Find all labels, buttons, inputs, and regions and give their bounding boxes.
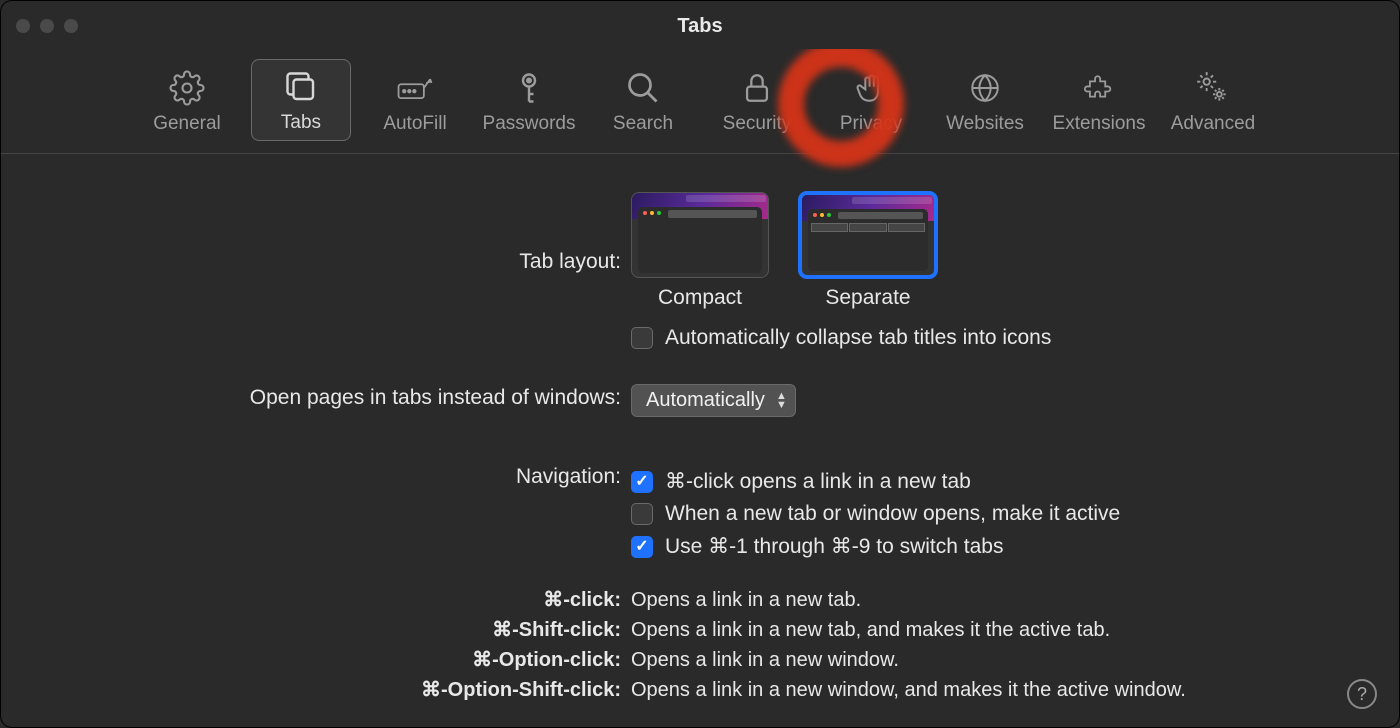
key-icon <box>510 69 548 107</box>
search-icon <box>624 69 662 107</box>
cmd-click-new-tab-checkbox[interactable] <box>631 471 653 493</box>
toolbar-label: Websites <box>946 113 1024 135</box>
shortcut-desc: Opens a link in a new window. <box>631 645 1359 675</box>
traffic-lights <box>16 19 78 33</box>
titlebar: Tabs <box>1 1 1399 51</box>
toolbar-label: Search <box>613 113 673 135</box>
cmd-number-switch-checkbox[interactable] <box>631 536 653 558</box>
shortcut-key: ⌘-Option-Shift-click: <box>41 675 631 705</box>
collapse-tab-titles-label: Automatically collapse tab titles into i… <box>665 326 1051 350</box>
shortcut-key: ⌘-Shift-click: <box>41 615 631 645</box>
toolbar-item-autofill[interactable]: AutoFill <box>365 59 465 141</box>
toolbar-label: Extensions <box>1053 113 1146 135</box>
tabs-settings-content: Tab layout: Compact <box>1 154 1399 725</box>
cmd-number-switch-label: Use ⌘-1 through ⌘-9 to switch tabs <box>665 534 1003 559</box>
shortcut-desc: Opens a link in a new tab. <box>631 585 1359 615</box>
window-title: Tabs <box>1 15 1399 38</box>
tab-layout-label: Tab layout: <box>41 192 631 274</box>
new-tab-active-label: When a new tab or window opens, make it … <box>665 502 1120 526</box>
navigation-label: Navigation: <box>41 461 631 489</box>
shortcut-desc: Opens a link in a new tab, and makes it … <box>631 615 1359 645</box>
toolbar-label: Passwords <box>483 113 576 135</box>
open-pages-label: Open pages in tabs instead of windows: <box>41 382 631 410</box>
toolbar-label: Advanced <box>1171 113 1256 135</box>
globe-icon <box>966 69 1004 107</box>
tab-layout-compact-label: Compact <box>658 286 742 310</box>
toolbar-item-websites[interactable]: Websites <box>935 59 1035 141</box>
toolbar-item-extensions[interactable]: Extensions <box>1049 59 1149 141</box>
close-window-button[interactable] <box>16 19 30 33</box>
zoom-window-button[interactable] <box>64 19 78 33</box>
tabs-icon <box>282 68 320 106</box>
toolbar-item-tabs[interactable]: Tabs <box>251 59 351 141</box>
toolbar-label: AutoFill <box>383 113 446 135</box>
shortcut-key: ⌘-Option-click: <box>41 645 631 675</box>
lock-icon <box>738 69 776 107</box>
toolbar-item-security[interactable]: Security <box>707 59 807 141</box>
preferences-toolbar: General Tabs AutoFill Passwords Search S… <box>1 51 1399 154</box>
open-pages-select[interactable]: Automatically ▲▼ <box>631 384 796 417</box>
tab-layout-compact[interactable]: Compact <box>631 192 769 310</box>
shortcut-desc: Opens a link in a new window, and makes … <box>631 675 1359 705</box>
chevron-updown-icon: ▲▼ <box>776 392 787 410</box>
collapse-tab-titles-checkbox[interactable] <box>631 327 653 349</box>
shortcuts-legend: ⌘-click:Opens a link in a new tab. ⌘-Shi… <box>41 585 1359 705</box>
puzzle-icon <box>1080 69 1118 107</box>
open-pages-select-value: Automatically <box>646 389 765 412</box>
gears-icon <box>1194 69 1232 107</box>
new-tab-active-checkbox[interactable] <box>631 503 653 525</box>
toolbar-label: Security <box>723 113 792 135</box>
toolbar-item-advanced[interactable]: Advanced <box>1163 59 1263 141</box>
gear-icon <box>168 69 206 107</box>
cmd-click-new-tab-label: ⌘-click opens a link in a new tab <box>665 469 971 494</box>
toolbar-label: General <box>153 113 221 135</box>
toolbar-label: Tabs <box>281 112 321 134</box>
shortcut-key: ⌘-click: <box>41 585 631 615</box>
hand-icon <box>852 69 890 107</box>
toolbar-item-search[interactable]: Search <box>593 59 693 141</box>
autofill-icon <box>396 69 434 107</box>
tab-layout-separate[interactable]: Separate <box>799 192 937 310</box>
toolbar-item-passwords[interactable]: Passwords <box>479 59 579 141</box>
tab-layout-separate-label: Separate <box>825 286 910 310</box>
toolbar-item-general[interactable]: General <box>137 59 237 141</box>
toolbar-label: Privacy <box>840 113 902 135</box>
toolbar-item-privacy[interactable]: Privacy <box>821 59 921 141</box>
help-button[interactable]: ? <box>1347 679 1377 709</box>
minimize-window-button[interactable] <box>40 19 54 33</box>
